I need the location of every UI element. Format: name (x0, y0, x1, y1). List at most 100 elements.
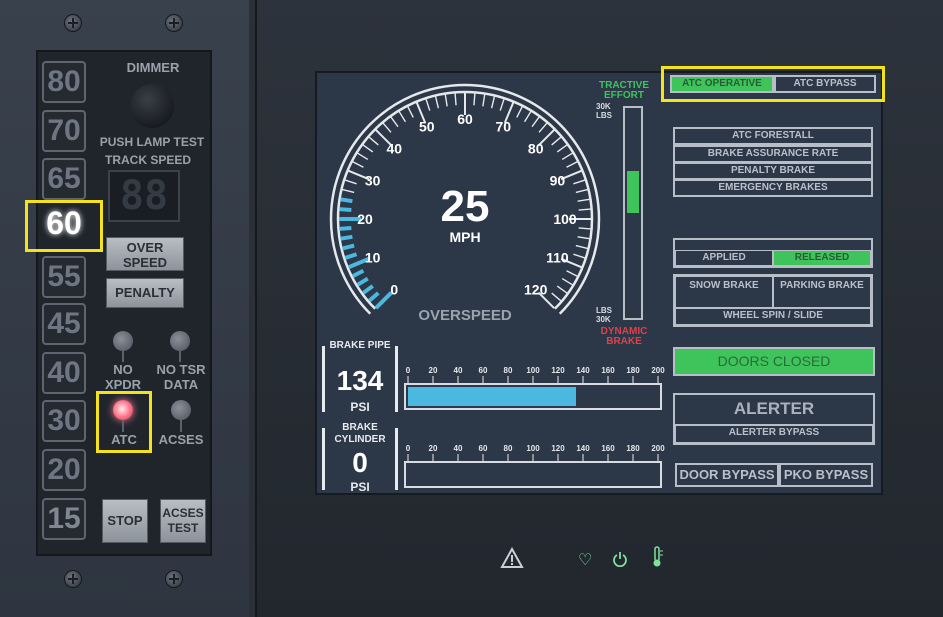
tractive-effort-bar (623, 106, 643, 320)
speed-readout: 25 (440, 182, 490, 231)
applied-indicator: APPLIED (675, 250, 773, 266)
brake-cylinder-scale: 0 20 40 60 80 100 120 140 160 180 200 (406, 444, 665, 461)
speed-tick (390, 116, 399, 128)
speed-tick (342, 243, 355, 251)
speed-tick (444, 94, 448, 107)
speed-tick (566, 161, 578, 168)
brake-assurance-indicator: BRAKE ASSURANCE RATE (673, 145, 873, 163)
track-speed-label: TRACK SPEED (104, 153, 191, 167)
scale-label: 100 (526, 366, 540, 375)
brake-pipe-scale: 0 20 40 60 80 100 120 140 160 180 200 (406, 366, 665, 383)
door-bypass-indicator: DOOR BYPASS (675, 463, 779, 487)
scale-label: 120 (551, 366, 565, 375)
alerter-indicator: ALERTER (733, 399, 815, 418)
speed-tick-label: 40 (387, 140, 403, 156)
speed-tick-label: 20 (357, 211, 373, 227)
speed-button-70[interactable]: 70 (42, 110, 86, 152)
speed-tick (340, 234, 353, 241)
speed-tick (361, 284, 374, 295)
speed-tick (561, 152, 573, 161)
released-indicator: RELEASED (773, 250, 871, 266)
dimmer-label: DIMMER (126, 60, 180, 75)
scale-label: 0 (406, 366, 411, 375)
speed-button-40[interactable]: 40 (42, 352, 86, 394)
speed-tick-label: 100 (553, 211, 577, 227)
atc-operative-indicator: ATC OPERATIVE (670, 75, 774, 93)
scale-label: 20 (429, 444, 438, 453)
speed-tick (573, 179, 586, 185)
speed-tick (434, 96, 440, 109)
penalty-button[interactable]: PENALTY (106, 278, 184, 308)
atc-label: ATC (111, 432, 137, 447)
thermometer-icon[interactable] (650, 546, 664, 568)
speed-tick-label: 120 (524, 282, 548, 298)
screw-icon (165, 14, 183, 32)
speed-tick-label: 110 (546, 249, 569, 265)
scale-label: 180 (626, 444, 640, 453)
scale-label: 40 (454, 444, 463, 453)
lamp-test-label: PUSH LAMP TEST (99, 135, 205, 149)
speed-tick (577, 198, 590, 202)
alerter-bypass-indicator: ALERTER BYPASS (675, 424, 873, 443)
no-xpdr-label: NO XPDR (104, 362, 142, 392)
scale-label: 40 (454, 366, 463, 375)
speed-tick-label: 50 (419, 119, 435, 135)
acses-lamp (171, 400, 191, 420)
atc-forestall-indicator: ATC FORESTALL (673, 127, 873, 145)
speed-button-45[interactable]: 45 (42, 303, 86, 345)
speed-tick (425, 98, 431, 111)
stop-button[interactable]: STOP (102, 499, 148, 543)
speed-tick (356, 276, 369, 287)
overspeed-button[interactable]: OVER SPEED (106, 237, 184, 271)
speed-tick (556, 285, 568, 294)
speed-tick-label: 10 (365, 249, 381, 265)
active-speed-highlight (25, 200, 103, 252)
brake-pipe-fill (408, 387, 576, 406)
speed-button-55[interactable]: 55 (42, 256, 86, 298)
warning-icon[interactable] (500, 547, 524, 569)
atc-bypass-indicator: ATC BYPASS (774, 75, 876, 93)
speed-tick (398, 111, 407, 123)
speed-button-65[interactable]: 65 (42, 158, 86, 200)
tractive-top-scale: 30K LBS (596, 102, 612, 120)
brake-pipe-bar (404, 383, 662, 410)
speed-tick (561, 277, 573, 286)
speed-tick (573, 253, 586, 259)
speed-button-15[interactable]: 15 (42, 498, 86, 540)
dimmer-knob[interactable] (130, 84, 174, 128)
brake-cylinder-value: 0 (352, 447, 368, 478)
brake-cylinder-label: BRAKE CYLINDER (334, 422, 386, 445)
overspeed-label: OVERSPEED (418, 307, 512, 324)
speed-tick (340, 197, 353, 204)
speed-tick (523, 111, 532, 123)
pko-bypass-indicator: PKO BYPASS (779, 463, 873, 487)
scale-label: 0 (406, 444, 411, 453)
speed-tick (490, 96, 496, 109)
atc-lamp (113, 400, 133, 420)
speed-tick (344, 179, 357, 185)
heart-icon[interactable]: ♡ (578, 550, 592, 570)
brake-cylinder-unit: PSI (350, 480, 370, 494)
acses-label: ACSES (158, 432, 204, 447)
speed-tick-label: 70 (495, 119, 511, 135)
power-icon[interactable] (612, 551, 628, 567)
scale-label: 200 (651, 366, 665, 375)
speed-tick (342, 188, 355, 194)
speed-button-30[interactable]: 30 (42, 400, 86, 442)
scale-label: 20 (429, 366, 438, 375)
speed-tick-label: 60 (457, 111, 473, 127)
scale-label: 120 (551, 444, 565, 453)
speed-button-20[interactable]: 20 (42, 449, 86, 491)
speed-tick (357, 152, 369, 161)
speed-tick-label: 30 (365, 173, 381, 189)
brake-pipe-label: BRAKE PIPE (329, 340, 391, 351)
speed-tick (499, 98, 505, 111)
acses-test-button[interactable]: ACSES TEST (160, 499, 206, 543)
parking-brake-indicator: PARKING BRAKE (773, 276, 871, 308)
screw-icon (64, 14, 82, 32)
speed-tick (362, 144, 374, 153)
speed-tick (538, 122, 548, 133)
wheel-spin-indicator: WHEEL SPIN / SLIDE (675, 308, 871, 325)
speed-button-80[interactable]: 80 (42, 61, 86, 103)
scale-label: 60 (479, 366, 488, 375)
